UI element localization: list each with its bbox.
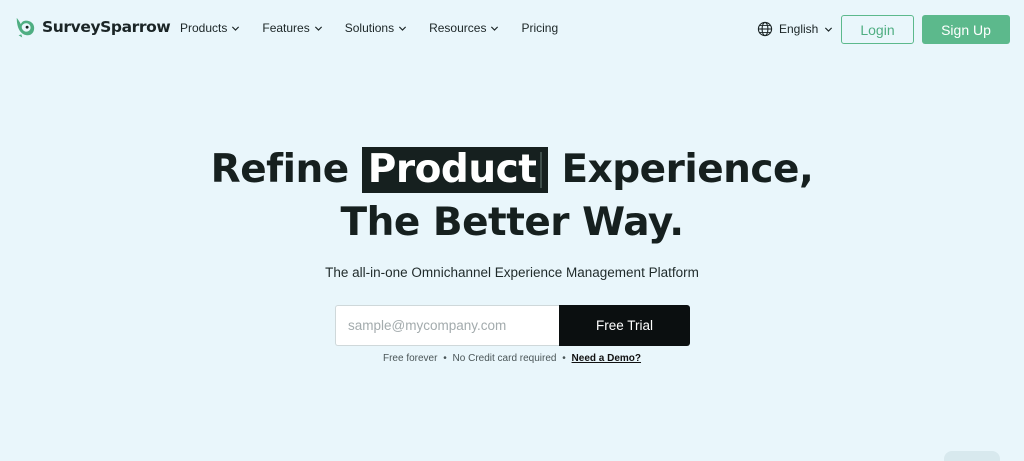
hero-title-line-1: Refine Product Experience,: [0, 145, 1024, 195]
hero-highlight-word: Product: [367, 147, 537, 192]
nav-item-label: Pricing: [521, 21, 559, 35]
signup-form: Free Trial: [335, 305, 690, 346]
nav-item-label: Products: [180, 21, 228, 35]
language-selector[interactable]: English: [757, 21, 833, 37]
note-no-credit-card: No Credit card required: [452, 353, 557, 364]
hero-title-line-2: The Better Way.: [340, 200, 684, 245]
nav-item-pricing[interactable]: Pricing: [521, 21, 558, 35]
sparrow-logo-icon: [16, 17, 35, 38]
chevron-down-icon: [399, 25, 407, 31]
note-separator: •: [443, 353, 447, 364]
free-trial-button[interactable]: Free Trial: [559, 305, 690, 346]
brand-name: SurveySparrow: [42, 18, 171, 36]
hero-title-after: Experience,: [561, 147, 814, 192]
chevron-down-icon: [232, 25, 240, 31]
need-demo-link[interactable]: Need a Demo?: [572, 353, 641, 364]
nav-item-products[interactable]: Products: [180, 21, 240, 35]
note-separator: •: [562, 353, 566, 364]
hero-subtitle: The all-in-one Omnichannel Experience Ma…: [325, 265, 699, 280]
language-label: English: [779, 22, 819, 36]
nav-item-resources[interactable]: Resources: [429, 21, 499, 35]
nav-item-label: Resources: [429, 21, 487, 35]
globe-icon: [757, 21, 773, 37]
email-input[interactable]: [335, 305, 559, 346]
login-button[interactable]: Login: [841, 15, 914, 44]
site-header: SurveySparrow Products Features Solution…: [0, 0, 1024, 58]
note-free-forever: Free forever: [382, 353, 438, 364]
nav-item-features[interactable]: Features: [262, 21, 322, 35]
main-nav: Products Features Solutions Resources Pr…: [180, 21, 558, 35]
brand-logo[interactable]: SurveySparrow: [14, 15, 171, 39]
hero-title-before: Refine: [210, 147, 350, 192]
chevron-down-icon: [825, 26, 833, 32]
signup-note: Free forever • No Credit card required •…: [0, 353, 1024, 364]
nav-item-label: Solutions: [344, 21, 395, 35]
typing-cursor: [540, 151, 543, 188]
signup-button[interactable]: Sign Up: [922, 15, 1010, 44]
chevron-down-icon: [491, 25, 499, 31]
chat-widget-edge[interactable]: [944, 451, 1000, 461]
hero-title-highlight: Product: [361, 147, 549, 193]
nav-item-solutions[interactable]: Solutions: [345, 21, 407, 35]
nav-item-label: Features: [262, 21, 310, 35]
chevron-down-icon: [314, 25, 322, 31]
